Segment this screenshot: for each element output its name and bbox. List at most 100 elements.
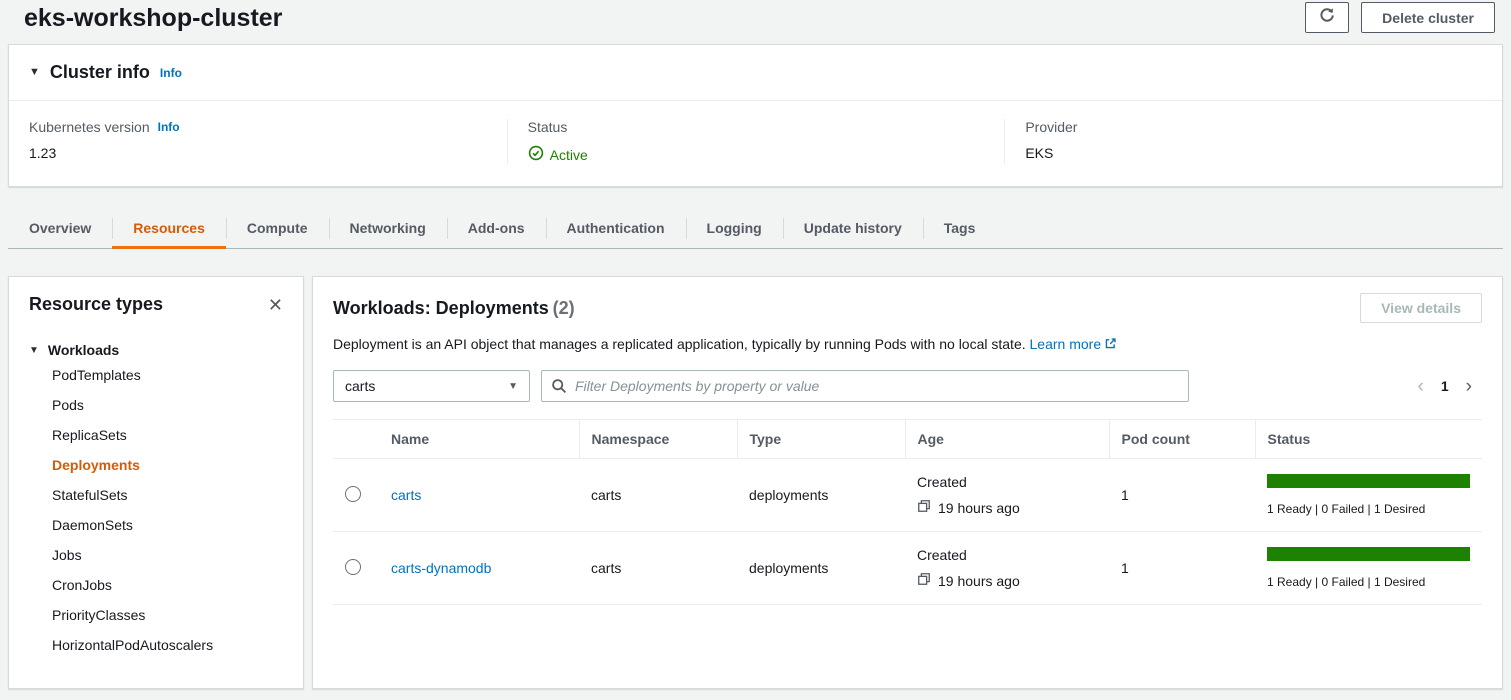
column-header-name[interactable]: Name <box>379 420 579 459</box>
table-row: carts carts deployments Created <box>333 459 1482 532</box>
status-bar <box>1267 547 1470 561</box>
status-cell: 1 Ready | 0 Failed | 1 Desired <box>1255 459 1482 532</box>
deployments-title: Workloads: Deployments <box>333 298 549 318</box>
provider-label: Provider <box>1025 119 1077 135</box>
namespace-cell: carts <box>579 532 737 605</box>
tab-add-ons[interactable]: Add-ons <box>447 209 546 248</box>
caret-down-icon: ▼ <box>508 381 518 392</box>
kubernetes-version-field: Kubernetes version Info 1.23 <box>9 119 507 164</box>
sidebar-item-podtemplates[interactable]: PodTemplates <box>52 360 283 390</box>
age-created-label: Created <box>917 474 1097 490</box>
status-cell: 1 Ready | 0 Failed | 1 Desired <box>1255 532 1482 605</box>
kubernetes-version-value: 1.23 <box>29 145 487 161</box>
age-cell: Created 19 hours ago <box>905 459 1109 532</box>
pagination: ‹ 1 › <box>1418 377 1482 396</box>
row-select-radio[interactable] <box>345 486 361 502</box>
sidebar-group-workloads[interactable]: ▼ Workloads <box>29 342 283 358</box>
table-row: carts-dynamodb carts deployments Created <box>333 532 1482 605</box>
type-cell: deployments <box>737 532 905 605</box>
row-select-radio[interactable] <box>345 559 361 575</box>
status-text: 1 Ready | 0 Failed | 1 Desired <box>1267 502 1470 516</box>
age-cell: Created 19 hours ago <box>905 532 1109 605</box>
type-cell: deployments <box>737 459 905 532</box>
refresh-icon <box>1319 7 1335 28</box>
resource-types-title: Resource types <box>29 294 163 315</box>
column-header-age[interactable]: Age <box>905 420 1109 459</box>
pagination-prev-button[interactable]: ‹ <box>1418 377 1424 396</box>
sidebar-item-cronjobs[interactable]: CronJobs <box>52 570 283 600</box>
sidebar-item-daemonsets[interactable]: DaemonSets <box>52 510 283 540</box>
caret-down-icon[interactable]: ▼ <box>29 67 40 78</box>
age-value: 19 hours ago <box>938 500 1020 516</box>
deployments-count: (2) <box>553 298 575 318</box>
tab-logging[interactable]: Logging <box>686 209 783 248</box>
refresh-button[interactable] <box>1305 2 1349 33</box>
age-value: 19 hours ago <box>938 573 1020 589</box>
column-header-type[interactable]: Type <box>737 420 905 459</box>
cluster-info-body: Kubernetes version Info 1.23 Status Acti… <box>9 101 1502 186</box>
sidebar-item-pods[interactable]: Pods <box>52 390 283 420</box>
column-header-pod-count[interactable]: Pod count <box>1109 420 1255 459</box>
namespace-filter-value: carts <box>345 378 375 394</box>
deployments-description: Deployment is an API object that manages… <box>333 334 1482 355</box>
sidebar-group-label: Workloads <box>48 342 119 358</box>
status-bar <box>1267 474 1470 488</box>
page-header: eks-workshop-cluster Delete cluster <box>0 0 1511 40</box>
sidebar-item-horizontalpodautoscalers[interactable]: HorizontalPodAutoscalers <box>52 630 283 660</box>
kubernetes-version-info-link[interactable]: Info <box>158 120 180 134</box>
view-details-button[interactable]: View details <box>1360 293 1482 323</box>
check-circle-icon <box>528 145 544 164</box>
tab-update-history[interactable]: Update history <box>783 209 923 248</box>
status-label: Status <box>528 119 568 135</box>
deployment-link[interactable]: carts-dynamodb <box>391 560 491 576</box>
pod-count-cell: 1 <box>1109 459 1255 532</box>
sidebar-list: PodTemplates Pods ReplicaSets Deployment… <box>52 360 283 660</box>
tab-resources[interactable]: Resources <box>112 209 226 248</box>
deployments-table: Name Namespace Type Age Pod count Status… <box>333 419 1482 605</box>
sidebar-item-deployments[interactable]: Deployments <box>52 450 283 480</box>
namespace-cell: carts <box>579 459 737 532</box>
provider-value: EKS <box>1025 145 1482 161</box>
sidebar-item-statefulsets[interactable]: StatefulSets <box>52 480 283 510</box>
status-value-wrap: Active <box>528 145 985 164</box>
sidebar-item-replicasets[interactable]: ReplicaSets <box>52 420 283 450</box>
tab-overview[interactable]: Overview <box>8 209 112 248</box>
delete-cluster-button[interactable]: Delete cluster <box>1361 2 1495 33</box>
column-header-status[interactable]: Status <box>1255 420 1482 459</box>
tab-tags[interactable]: Tags <box>923 209 997 248</box>
kubernetes-version-label: Kubernetes version <box>29 119 150 135</box>
tab-authentication[interactable]: Authentication <box>546 209 686 248</box>
page-number[interactable]: 1 <box>1441 378 1449 394</box>
cluster-info-section: ▼ Cluster info Info Kubernetes version I… <box>8 44 1503 187</box>
tab-compute[interactable]: Compute <box>226 209 329 248</box>
status-field: Status Active <box>507 119 1005 164</box>
search-input[interactable] <box>541 370 1189 402</box>
cluster-info-header[interactable]: ▼ Cluster info Info <box>9 45 1502 101</box>
info-link[interactable]: Info <box>160 66 182 80</box>
external-link-icon <box>1104 337 1117 353</box>
close-icon[interactable]: ✕ <box>268 296 283 314</box>
age-created-label: Created <box>917 547 1097 563</box>
tab-bar: Overview Resources Compute Networking Ad… <box>8 209 1503 249</box>
table-header-row: Name Namespace Type Age Pod count Status <box>333 420 1482 459</box>
status-text: 1 Ready | 0 Failed | 1 Desired <box>1267 575 1470 589</box>
status-value: Active <box>550 147 588 163</box>
namespace-filter-dropdown[interactable]: carts ▼ <box>333 370 530 402</box>
deployment-link[interactable]: carts <box>391 487 421 503</box>
pagination-next-button[interactable]: › <box>1466 377 1472 396</box>
resource-types-panel: Resource types ✕ ▼ Workloads PodTemplate… <box>8 276 304 689</box>
deployments-panel: Workloads: Deployments (2) View details … <box>312 276 1503 689</box>
copy-icon[interactable] <box>917 499 931 516</box>
provider-field: Provider EKS <box>1004 119 1502 164</box>
sidebar-item-priorityclasses[interactable]: PriorityClasses <box>52 600 283 630</box>
header-actions: Delete cluster <box>1305 2 1495 33</box>
copy-icon[interactable] <box>917 572 931 589</box>
section-title: Cluster info <box>50 62 150 83</box>
filter-row: carts ▼ ‹ 1 › <box>333 370 1482 402</box>
sidebar-item-jobs[interactable]: Jobs <box>52 540 283 570</box>
learn-more-link[interactable]: Learn more <box>1030 336 1118 352</box>
column-header-namespace[interactable]: Namespace <box>579 420 737 459</box>
caret-down-icon: ▼ <box>29 345 39 356</box>
tab-networking[interactable]: Networking <box>329 209 447 248</box>
content-area: Resource types ✕ ▼ Workloads PodTemplate… <box>8 276 1503 689</box>
